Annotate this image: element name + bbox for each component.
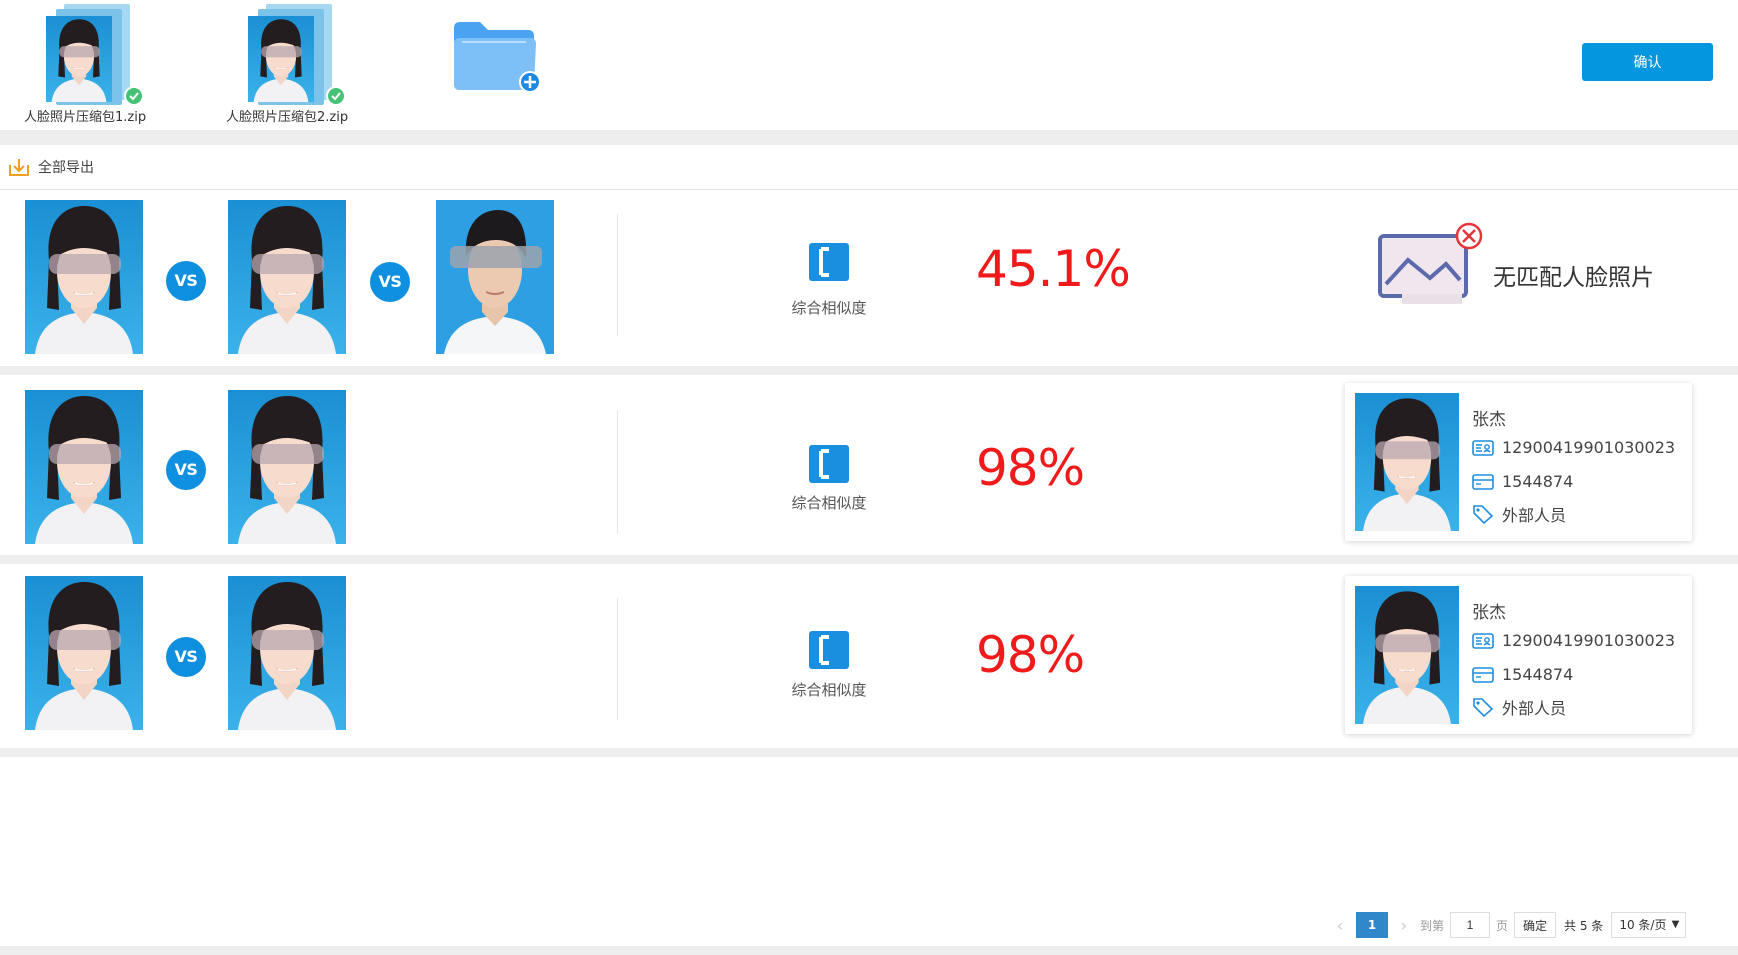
- no-match-indicator: [1372, 220, 1492, 320]
- prev-page-arrow-icon[interactable]: ‹: [1330, 916, 1350, 935]
- face-photo[interactable]: [25, 200, 143, 354]
- person-tag: 外部人员: [1502, 506, 1567, 525]
- vs-badge: VS: [166, 261, 206, 301]
- page-unit-label: 页: [1496, 918, 1509, 933]
- row-divider: [0, 366, 1738, 375]
- check-icon: [326, 86, 346, 106]
- tag-icon: [1473, 698, 1494, 717]
- check-icon: [124, 86, 144, 106]
- result-row: VS 综合相似度 98% 张杰 12900419901030023 154487…: [0, 375, 1738, 555]
- similarity-icon: [809, 243, 849, 281]
- id-card-icon: [1472, 439, 1494, 456]
- row-divider: [0, 748, 1738, 757]
- row-divider: [0, 555, 1738, 564]
- similarity-icon: [809, 631, 849, 669]
- similarity-label: 综合相似度: [791, 681, 867, 699]
- vs-badge: VS: [166, 450, 206, 490]
- page-1-button[interactable]: 1: [1356, 912, 1388, 938]
- person-name: 张杰: [1472, 410, 1506, 430]
- face-photo[interactable]: [436, 200, 554, 354]
- section-divider: [0, 130, 1738, 145]
- person-tag-row: 外部人员: [1472, 502, 1566, 526]
- id-number: 12900419901030023: [1502, 438, 1676, 457]
- row-separator: [617, 411, 618, 533]
- person-photo: [1355, 586, 1459, 724]
- card-number-row: 1544874: [1472, 665, 1573, 684]
- vs-badge: VS: [370, 262, 410, 302]
- folder-add-icon: [454, 22, 541, 93]
- result-row: VS VS 综合相似度 45.1% 无匹配人脸照片: [0, 190, 1738, 366]
- matched-person-card[interactable]: 张杰 12900419901030023 1544874 外部人员: [1345, 383, 1692, 541]
- vs-badge: VS: [166, 637, 206, 677]
- row-separator: [617, 214, 618, 336]
- face-photo[interactable]: [228, 576, 346, 730]
- export-all-label: 全部导出: [38, 160, 94, 176]
- file-name: 人脸照片压缩包1.zip: [24, 110, 147, 125]
- tag-icon: [1473, 505, 1494, 524]
- goto-label: 到第: [1420, 918, 1445, 933]
- card-number-row: 1544874: [1472, 472, 1573, 491]
- id-number: 12900419901030023: [1502, 631, 1676, 650]
- id-number-row: 12900419901030023: [1472, 631, 1675, 650]
- caret-down-icon: ▼: [1671, 919, 1680, 930]
- similarity-score: 45.1%: [976, 240, 1131, 298]
- total-count: 共 5 条: [1564, 918, 1604, 933]
- uploaded-file-2[interactable]: 人脸照片压缩包2.zip: [226, 4, 376, 126]
- zip-stack-icon: [248, 4, 346, 106]
- similarity-label: 综合相似度: [791, 299, 867, 317]
- zip-stack-icon: [46, 4, 144, 106]
- similarity-label: 综合相似度: [791, 494, 867, 512]
- similarity-score: 98%: [976, 439, 1085, 497]
- card-icon: [1472, 666, 1494, 683]
- face-photo[interactable]: [25, 576, 143, 730]
- row-separator: [617, 598, 618, 720]
- page-size-value: 10 条/页: [1619, 918, 1667, 932]
- pagination: ‹ 1 › 到第 页 确定 共 5 条 10 条/页 ▼: [1330, 912, 1687, 938]
- file-name: 人脸照片压缩包2.zip: [226, 110, 349, 125]
- card-number: 1544874: [1502, 665, 1574, 684]
- card-icon: [1472, 473, 1494, 490]
- goto-page-input[interactable]: [1450, 912, 1491, 938]
- result-row: VS 综合相似度 98% 张杰 12900419901030023 154487…: [0, 564, 1738, 748]
- face-photo[interactable]: [25, 390, 143, 544]
- id-card-icon: [1472, 632, 1494, 649]
- card-number: 1544874: [1502, 472, 1574, 491]
- uploaded-file-1[interactable]: 人脸照片压缩包1.zip: [24, 4, 174, 126]
- add-folder-button[interactable]: [450, 18, 542, 96]
- goto-confirm-button[interactable]: 确定: [1514, 912, 1557, 938]
- id-number-row: 12900419901030023: [1472, 438, 1675, 457]
- upload-area: 人脸照片压缩包1.zip 人脸照片压缩包2.zip 确认: [0, 0, 1738, 130]
- face-photo[interactable]: [228, 200, 346, 354]
- bottom-divider: [0, 946, 1738, 955]
- download-icon: [9, 159, 29, 176]
- page-size-select[interactable]: 10 条/页 ▼: [1611, 912, 1687, 938]
- similarity-score: 98%: [976, 626, 1085, 684]
- next-page-arrow-icon[interactable]: ›: [1394, 916, 1414, 935]
- person-name: 张杰: [1472, 603, 1506, 623]
- matched-person-card[interactable]: 张杰 12900419901030023 1544874 外部人员: [1345, 576, 1692, 734]
- person-tag-row: 外部人员: [1472, 695, 1566, 719]
- no-match-text: 无匹配人脸照片: [1493, 265, 1654, 291]
- face-photo[interactable]: [228, 390, 346, 544]
- image-missing-icon: [1378, 222, 1483, 304]
- person-photo: [1355, 393, 1459, 531]
- toolbar: 全部导出: [0, 145, 1738, 190]
- confirm-button[interactable]: 确认: [1582, 43, 1713, 81]
- similarity-icon: [809, 445, 849, 483]
- export-all-button[interactable]: 全部导出: [8, 155, 94, 179]
- face-thumbnail: [46, 14, 112, 104]
- person-tag: 外部人员: [1502, 699, 1567, 718]
- face-thumbnail: [248, 14, 314, 104]
